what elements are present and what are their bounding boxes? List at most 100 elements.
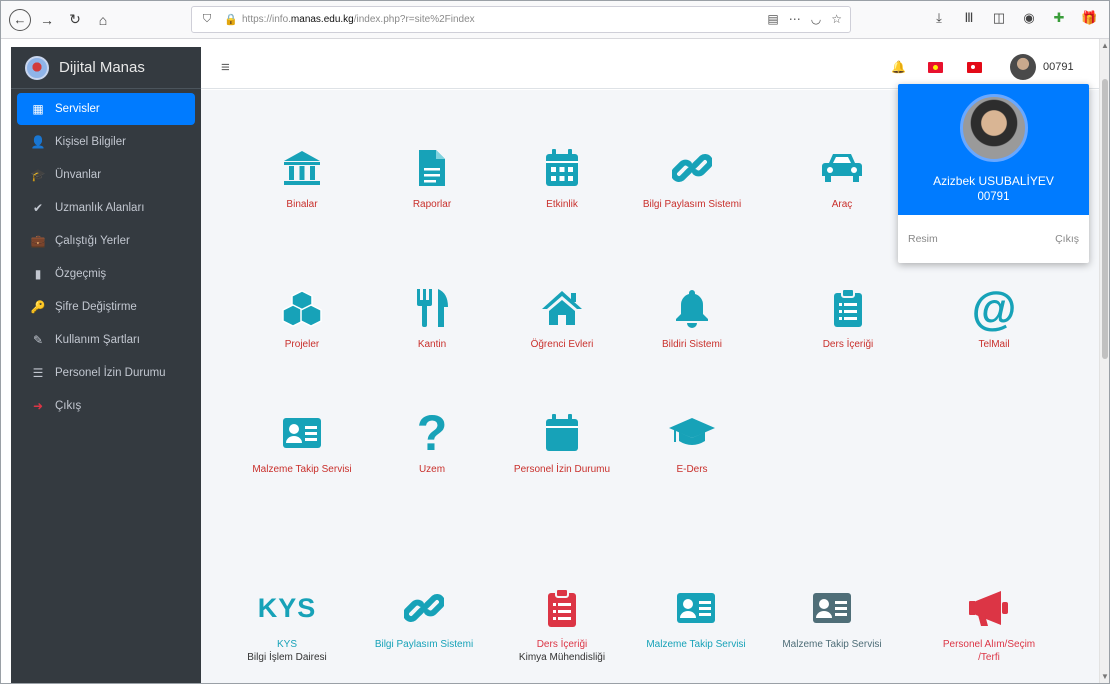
bell-icon — [676, 290, 708, 328]
library-icon[interactable]: Ⅲ — [961, 10, 977, 26]
extension-gift-icon[interactable]: 🎁 — [1081, 10, 1097, 26]
car-icon — [822, 154, 862, 182]
tile-label: Personel Alım/Seçim /Terfi — [942, 639, 1036, 663]
sidebar-item-label: Personel İzin Durumu — [55, 367, 166, 379]
tile-malzeme-takip-2[interactable]: Malzeme Takip Servisi — [641, 580, 751, 651]
user-icon: 👤 — [30, 135, 46, 149]
link-icon — [672, 154, 712, 182]
sidebar-item-servisler[interactable]: ▦ Servisler — [17, 93, 195, 125]
scrollbar-thumb[interactable] — [1102, 79, 1108, 359]
tile-ders-icerigi-2[interactable]: Ders İçeriği Kimya Mühendisliği — [507, 580, 617, 663]
tile-bildiri-sistemi[interactable]: Bildiri Sistemi — [637, 280, 747, 351]
user-full-name: Azizbek USUBALİYEV — [933, 174, 1054, 188]
tile-label: Personel İzin Durumu — [513, 464, 611, 475]
scroll-down-icon[interactable]: ▼ — [1101, 672, 1109, 681]
logout-button[interactable]: Çıkış — [1055, 233, 1079, 245]
tile-etkinlik[interactable]: Etkinlik — [507, 140, 617, 211]
tile-ogrenci-evleri[interactable]: Öğrenci Evleri — [507, 280, 617, 351]
reload-icon[interactable]: ↻ — [63, 8, 87, 32]
home-icon[interactable]: ⌂ — [91, 8, 115, 32]
browser-window: ← → ↻ ⌂ ⛉ 🔒 https://info.manas.edu.kg/in… — [0, 0, 1110, 684]
tile-label: Kantin — [417, 339, 447, 350]
bookmark-star-icon[interactable]: ☆ — [831, 12, 842, 26]
sidebar-item-sifre-degistirme[interactable]: 🔑 Şifre Değiştirme — [17, 291, 195, 323]
downloads-icon[interactable]: ⤓ — [931, 10, 947, 26]
tile-label: Projeler — [284, 339, 320, 350]
tile-sublabel: Kimya Mühendisliği — [518, 652, 606, 663]
brand[interactable]: Dijital Manas — [11, 47, 201, 89]
photo-button[interactable]: Resim — [908, 233, 938, 245]
sidebar-item-label: Uzmanlık Alanları — [55, 202, 145, 214]
sidebar-item-label: Kullanım Şartları — [55, 334, 141, 346]
top-navbar: ≡ 🔔 00791 — [201, 47, 1099, 89]
tile-kys[interactable]: KYS KYS Bilgi İşlem Dairesi — [232, 580, 342, 664]
tile-label: Araç — [831, 199, 853, 210]
tile-label: Malzeme Takip Servisi — [646, 639, 746, 650]
tile-malzeme-takip-3[interactable]: Malzeme Takip Servisi — [777, 580, 887, 651]
sidebar-item-label: Kişisel Bilgiler — [55, 136, 126, 148]
user-code[interactable]: 00791 — [1043, 61, 1074, 73]
reader-view-icon[interactable]: ▤ — [767, 12, 778, 26]
sidebar-item-label: Çalıştığı Yerler — [55, 235, 130, 247]
sidebar-item-personel-izin-durumu[interactable]: ☰ Personel İzin Durumu — [17, 357, 195, 389]
sidebar-item-ozgecmis[interactable]: ▮ Özgeçmiş — [17, 258, 195, 290]
sidebar-item-cikis[interactable]: ➜ Çıkış — [17, 390, 195, 422]
vertical-scrollbar[interactable]: ▲ ▼ — [1099, 39, 1109, 683]
tile-projeler[interactable]: Projeler — [247, 280, 357, 351]
calendar-blank-icon — [546, 414, 578, 451]
user-code-dropdown: 00791 — [977, 191, 1010, 203]
tile-label: KYS — [276, 639, 297, 650]
tile-personel-izin[interactable]: Personel İzin Durumu — [507, 405, 617, 476]
url-text[interactable]: https://info.manas.edu.kg/index.php?r=si… — [242, 14, 475, 25]
sign-out-icon: ➜ — [32, 399, 44, 413]
tile-label: Raporlar — [412, 199, 452, 210]
id-card-icon — [813, 593, 851, 623]
tile-sublabel: Bilgi İşlem Dairesi — [247, 652, 327, 663]
tile-binalar[interactable]: Binalar — [247, 140, 357, 211]
scroll-up-icon[interactable]: ▲ — [1101, 41, 1109, 50]
page-actions-icon[interactable]: ⋯ — [789, 12, 801, 26]
sidebar: Dijital Manas ▦ Servisler 👤 Kişisel Bilg… — [11, 47, 201, 683]
tile-label: TelMail — [978, 339, 1010, 350]
tile-malzeme-takip[interactable]: Malzeme Takip Servisi — [247, 405, 357, 476]
sidebar-item-unvanlar[interactable]: 🎓 Ünvanlar — [17, 159, 195, 191]
sidebar-item-calistigi-yerler[interactable]: 💼 Çalıştığı Yerler — [17, 225, 195, 257]
tile-arac[interactable]: Araç — [787, 140, 897, 211]
tile-personel-alim[interactable]: Personel Alım/Seçim /Terfi — [934, 580, 1044, 664]
tile-raporlar[interactable]: Raporlar — [377, 140, 487, 211]
tracking-shield-icon[interactable]: ⛉ — [200, 13, 214, 26]
tile-ders-icerigi[interactable]: Ders İçeriği — [793, 280, 903, 351]
browser-toolbar: ← → ↻ ⌂ ⛉ 🔒 https://info.manas.edu.kg/in… — [1, 1, 1109, 39]
sidebar-item-kisisel-bilgiler[interactable]: 👤 Kişisel Bilgiler — [17, 126, 195, 158]
sidebar-item-uzmanlik-alanlari[interactable]: ✔ Uzmanlık Alanları — [17, 192, 195, 224]
pocket-icon[interactable]: ◡ — [811, 12, 821, 26]
sidebar-toggle-icon[interactable]: ◫ — [991, 10, 1007, 26]
tile-kantin[interactable]: Kantin — [377, 280, 487, 351]
lock-icon[interactable]: 🔒 — [224, 13, 238, 26]
tile-label: Malzeme Takip Servisi — [782, 639, 882, 650]
mortarboard-icon — [669, 418, 715, 445]
link-icon — [404, 594, 444, 622]
turkish-flag-icon[interactable] — [967, 62, 982, 73]
tile-label: Binalar — [286, 199, 318, 210]
address-bar[interactable]: ⛉ 🔒 https://info.manas.edu.kg/index.php?… — [191, 6, 851, 33]
key-icon: 🔑 — [30, 300, 46, 314]
extension-icon[interactable]: ✚ — [1051, 10, 1067, 26]
tile-telmail[interactable]: @ TelMail — [939, 280, 1049, 351]
user-avatar[interactable] — [1010, 54, 1036, 80]
tile-bilgi-paylasim[interactable]: Bilgi Paylasım Sistemi — [637, 140, 747, 211]
hamburger-menu-icon[interactable]: ≡ — [221, 59, 230, 76]
grid-icon: ▦ — [32, 102, 44, 116]
notification-bell-icon[interactable]: 🔔 — [891, 60, 906, 74]
check-icon: ✔ — [32, 201, 44, 215]
back-icon[interactable]: ← — [9, 8, 31, 31]
account-icon[interactable]: ◉ — [1021, 10, 1037, 26]
kyrgyz-flag-icon[interactable] — [928, 62, 943, 73]
tile-e-ders[interactable]: E-Ders — [637, 405, 747, 476]
tile-uzem[interactable]: ? Uzem — [377, 405, 487, 476]
at-icon: @ — [971, 282, 1017, 334]
sidebar-item-kullanim-sartlari[interactable]: ✎ Kullanım Şartları — [17, 324, 195, 356]
file-icon: ▮ — [34, 267, 42, 281]
tile-bilgi-paylasim-2[interactable]: Bilgi Paylasım Sistemi — [369, 580, 479, 651]
forward-icon[interactable]: → — [35, 8, 59, 32]
